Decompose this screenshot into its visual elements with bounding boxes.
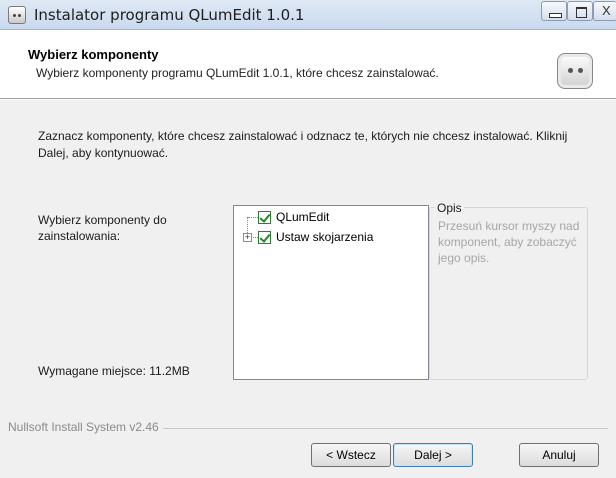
branding-text: Nullsoft Install System v2.46 [8, 420, 163, 434]
checkbox-file-associations[interactable] [258, 231, 271, 244]
next-button[interactable]: Dalej > [393, 443, 473, 467]
description-group: Opis Przesuń kursor myszy nad komponent,… [429, 201, 588, 380]
description-text: Przesuń kursor myszy nad komponent, aby … [438, 219, 580, 265]
component-item-qlumedit[interactable]: QLumEdit [234, 209, 424, 227]
minimize-button[interactable] [541, 1, 567, 21]
installer-icon [557, 53, 593, 89]
select-components-label: Wybierz komponenty do zainstalowania: [38, 213, 167, 243]
close-icon: X [602, 3, 611, 18]
checkbox-qlumedit[interactable] [258, 211, 271, 224]
back-button[interactable]: < Wstecz [311, 443, 391, 467]
close-button[interactable]: X [593, 1, 616, 21]
cancel-button[interactable]: Anuluj [519, 443, 599, 467]
page-subtitle: Wybierz komponenty programu QLumEdit 1.0… [36, 66, 439, 80]
component-item-file-associations[interactable]: Ustaw skojarzenia [234, 229, 424, 247]
component-label[interactable]: Ustaw skojarzenia [276, 230, 373, 244]
page-header: Wybierz komponenty Wybierz komponenty pr… [0, 31, 616, 99]
intro-text: Zaznacz komponenty, które chcesz zainsta… [38, 129, 568, 160]
components-tree[interactable]: QLumEdit + Ustaw skojarzenia [233, 205, 429, 380]
component-label[interactable]: QLumEdit [276, 210, 329, 224]
page-title: Wybierz komponenty [28, 47, 159, 62]
window-title: Instalator programu QLumEdit 1.0.1 [34, 6, 305, 24]
app-icon [8, 6, 26, 24]
space-required-label: Wymagane miejsce: 11.2MB [38, 364, 190, 378]
maximize-button[interactable] [567, 1, 593, 21]
components-page: Zaznacz komponenty, które chcesz zainsta… [0, 100, 616, 478]
title-bar[interactable]: Instalator programu QLumEdit 1.0.1 X [0, 0, 616, 30]
description-title: Opis [435, 201, 464, 215]
